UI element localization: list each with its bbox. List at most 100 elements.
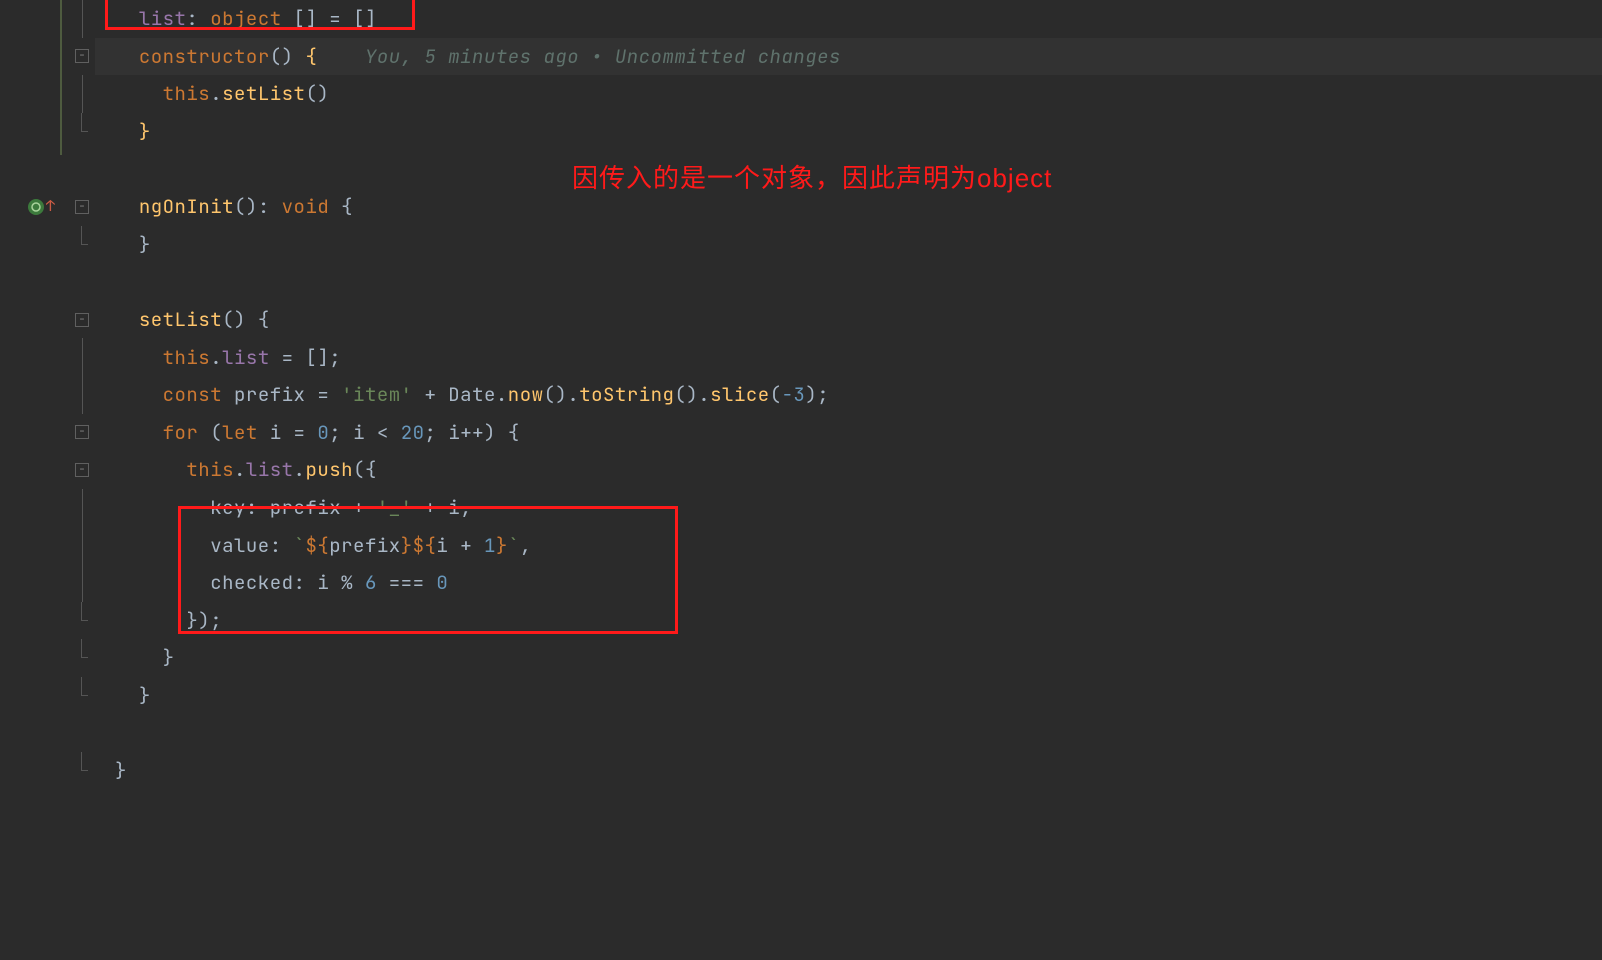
code-line[interactable]: this.list.push({ (0, 451, 1602, 489)
fold-end-icon (75, 677, 89, 714)
token-backtick: ` (508, 533, 520, 558)
token-value: [] (353, 6, 377, 31)
token-string: '_' (377, 495, 413, 520)
token-parens: () (234, 194, 258, 219)
token-semi: ; (329, 345, 341, 370)
code-line[interactable]: } (0, 113, 1602, 151)
fold-end-icon (75, 113, 89, 150)
token-identifier: Date (448, 382, 496, 407)
token-number: 1 (484, 533, 496, 558)
token-close: }); (186, 608, 222, 633)
code-line[interactable]: this.list = []; (0, 338, 1602, 376)
token-comma: , (460, 495, 472, 520)
token-identifier: i (317, 570, 329, 595)
fold-toggle-icon[interactable] (75, 425, 89, 439)
code-line[interactable]: this.setList() (0, 75, 1602, 113)
token-identifier: i (448, 495, 460, 520)
code-line[interactable]: setList() { (0, 301, 1602, 339)
token-constructor: constructor (139, 44, 270, 69)
git-blame-annotation: You, 5 minutes ago • Uncommitted changes (365, 44, 841, 69)
token-identifier: prefix (234, 382, 305, 407)
token-property: list (222, 345, 270, 370)
token-colon: : (246, 495, 258, 520)
token-brace: } (139, 232, 151, 257)
token-brace: } (163, 645, 175, 670)
token-method: slice (710, 382, 770, 407)
token-colon: : (270, 533, 282, 558)
code-line[interactable]: } (0, 677, 1602, 715)
fold-end-icon (75, 752, 89, 789)
token-operator: + (424, 495, 436, 520)
token-operator: === (389, 570, 425, 595)
code-line[interactable]: } (0, 752, 1602, 790)
token-operator: = (329, 6, 341, 31)
token-keyword: const (163, 382, 223, 407)
token-operator: % (341, 570, 353, 595)
token-string: 'item' (341, 382, 412, 407)
code-line[interactable]: ↑ ngOnInit(): void { (0, 188, 1602, 226)
token-identifier: i (436, 533, 448, 558)
code-line[interactable]: } (0, 639, 1602, 677)
token-keyword: let (222, 420, 258, 445)
code-line[interactable]: for (let i = 0; i < 20; i++) { (0, 414, 1602, 452)
token-keyword: for (163, 420, 199, 445)
code-line-blank[interactable] (0, 714, 1602, 752)
fold-line-icon (82, 338, 83, 376)
code-line[interactable]: key: prefix + '_' + i, (0, 489, 1602, 527)
token-number: 0 (317, 420, 329, 445)
token-brace: } (139, 683, 151, 708)
token-brace: } (139, 119, 151, 144)
token-brackets: [] (294, 6, 318, 31)
fold-end-icon (75, 226, 89, 263)
token-comma: , (520, 533, 532, 558)
token-parens: () (222, 307, 246, 332)
token-identifier: prefix (329, 533, 400, 558)
token-void: void (282, 194, 330, 219)
token-number: 20 (401, 420, 425, 445)
fold-toggle-icon[interactable] (75, 200, 89, 214)
code-line[interactable]: const prefix = 'item' + Date.now().toStr… (0, 376, 1602, 414)
code-line-blank[interactable] (0, 263, 1602, 301)
token-property: list (139, 6, 187, 31)
token-identifier: prefix (270, 495, 341, 520)
code-editor[interactable]: list: object [] = [] constructor() { You… (0, 0, 1602, 960)
code-line[interactable]: list: object [] = [] (0, 0, 1602, 38)
token-method: now (508, 382, 544, 407)
fold-line-icon (82, 526, 83, 564)
code-line[interactable]: value: `${prefix}${i + 1}`, (0, 526, 1602, 564)
token-method: toString (579, 382, 674, 407)
up-arrow-icon: ↑ (46, 196, 55, 216)
token-method: setList (139, 307, 222, 332)
token-operator: = (317, 382, 329, 407)
token-parens: () (544, 382, 568, 407)
token-method: ngOnInit (139, 194, 234, 219)
token-number: 0 (436, 570, 448, 595)
token-number: -3 (782, 382, 806, 407)
token-template: ${ (305, 533, 329, 558)
token-brace: { (341, 194, 353, 219)
code-line[interactable]: checked: i % 6 === 0 (0, 564, 1602, 602)
token-this: this (186, 457, 234, 482)
override-gutter-icon[interactable] (28, 199, 44, 215)
token-template: } (401, 533, 413, 558)
code-line[interactable]: }); (0, 602, 1602, 640)
token-parens: () (674, 382, 698, 407)
fold-line-icon (82, 489, 83, 527)
token-operator: + (424, 382, 436, 407)
code-line-blank[interactable] (0, 150, 1602, 188)
token-operator: = (294, 420, 306, 445)
code-line[interactable]: constructor() { You, 5 minutes ago • Unc… (0, 38, 1602, 76)
token-colon: : (294, 570, 306, 595)
code-line[interactable]: } (0, 226, 1602, 264)
token-this: this (163, 81, 211, 106)
token-dot: . (210, 81, 222, 106)
fold-end-icon (75, 602, 89, 639)
fold-line-icon (82, 75, 83, 113)
token-key: key (210, 495, 246, 520)
token-brace: { (508, 420, 520, 445)
fold-toggle-icon[interactable] (75, 463, 89, 477)
token-operator: + (460, 533, 472, 558)
fold-toggle-icon[interactable] (75, 49, 89, 63)
fold-toggle-icon[interactable] (75, 313, 89, 327)
token-property: list (246, 457, 294, 482)
